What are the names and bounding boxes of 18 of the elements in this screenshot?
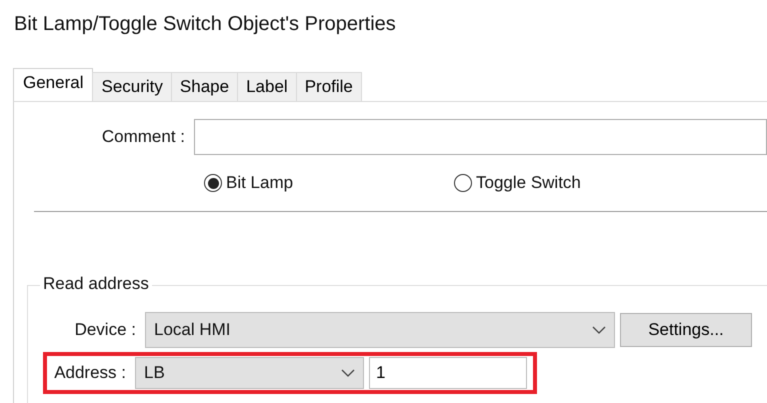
address-label: Address :	[53, 363, 127, 383]
radio-option[interactable]: Bit Lamp	[204, 173, 454, 193]
tab[interactable]: Security	[92, 72, 172, 101]
tab[interactable]: Profile	[296, 72, 362, 101]
radio-option[interactable]: Toggle Switch	[454, 173, 704, 193]
device-label: Device :	[74, 320, 137, 340]
address-type-dropdown[interactable]: LB	[135, 357, 364, 389]
window-title: Bit Lamp/Toggle Switch Object's Properties	[13, 12, 397, 37]
chevron-icon	[592, 326, 606, 334]
tab[interactable]: General	[13, 68, 94, 101]
settings-button[interactable]: Settings...	[620, 313, 752, 347]
comment-label: Comment :	[100, 127, 186, 147]
comment-field[interactable]	[194, 119, 767, 155]
tab[interactable]: Label	[237, 72, 297, 101]
chevron-icon	[341, 369, 355, 377]
tab[interactable]: Shape	[170, 72, 238, 101]
address-field[interactable]: 1	[369, 357, 527, 389]
device-dropdown[interactable]: Local HMI	[145, 312, 615, 348]
